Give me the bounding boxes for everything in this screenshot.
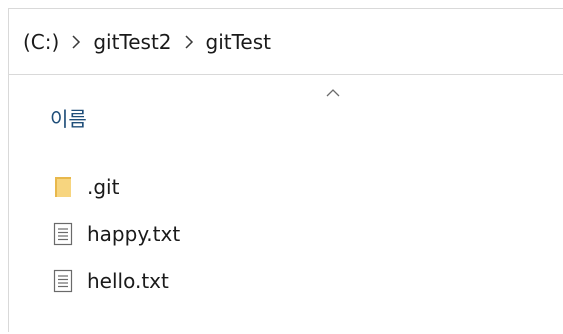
file-name: hello.txt (87, 269, 169, 293)
text-file-icon (52, 268, 74, 294)
file-list-pane: 이름 .git happy.txt hello.txt (8, 75, 563, 332)
breadcrumb-separator-icon[interactable] (71, 34, 81, 49)
breadcrumb-drive-c[interactable]: (C:) (23, 30, 59, 54)
folder-icon (52, 174, 74, 200)
address-bar[interactable]: (C:) gitTest2 gitTest (8, 8, 563, 75)
list-item[interactable]: hello.txt (52, 264, 352, 298)
text-file-icon (52, 221, 74, 247)
file-name: happy.txt (87, 222, 181, 246)
breadcrumb-gittest2[interactable]: gitTest2 (93, 30, 171, 54)
breadcrumb-gittest[interactable]: gitTest (206, 30, 271, 54)
file-name: .git (87, 175, 120, 199)
list-item[interactable]: .git (52, 170, 352, 204)
sort-ascending-icon (326, 83, 340, 97)
breadcrumb-separator-icon[interactable] (184, 34, 194, 49)
list-item[interactable]: happy.txt (52, 217, 352, 251)
column-header-name[interactable]: 이름 (50, 103, 87, 132)
